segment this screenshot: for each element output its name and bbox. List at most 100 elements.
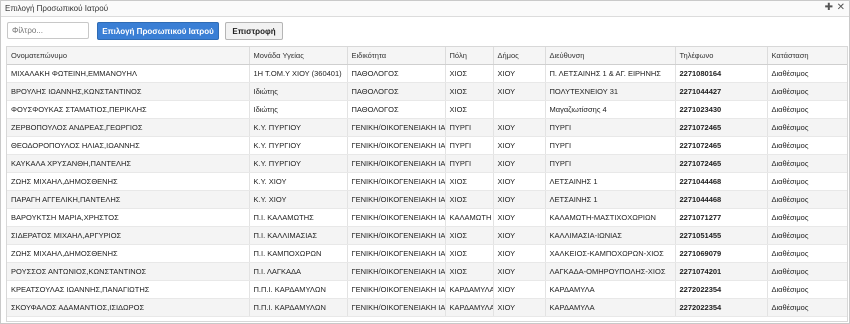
cell-health-unit: Π.Ι. ΛΑΓΚΑΔΑ [249,262,348,281]
cell-name: ΚΑΥΚΑΛΑ ΧΡΥΣΑΝΘΗ,ΠΑΝΤΕΛΗΣ [7,154,250,173]
back-button[interactable]: Επιστροφή [225,22,283,40]
table-row[interactable]: ΣΚΟΥΦΑΛΟΣ ΑΔΑΜΑΝΤΙΟΣ,ΙΣΙΔΩΡΟΣ Π.Π.Ι. ΚΑΡΔ… [7,298,847,317]
cell-health-unit: Κ.Υ. ΧΙΟΥ [249,190,348,209]
column-header-status[interactable]: Κατάσταση [767,47,847,65]
cell-specialty: ΓΕΝΙΚΗ/ΟΙΚΟΓΕΝΕΙΑΚΗ ΙΑΤΡΙΚΗ [347,298,446,317]
cell-status: Διαθέσιμος [767,64,847,83]
cell-specialty: ΓΕΝΙΚΗ/ΟΙΚΟΓΕΝΕΙΑΚΗ ΙΑΤΡΙΚΗ [347,244,446,263]
pin-icon[interactable]: ✚ [825,2,833,13]
cell-specialty: ΓΕΝΙΚΗ/ΟΙΚΟΓΕΝΕΙΑΚΗ ΙΑΤΡΙΚΗ [347,154,446,173]
cell-phone: 2271072465 [675,136,768,155]
cell-name: ΚΡΕΑΤΣΟΥΛΑΣ ΙΩΑΝΝΗΣ,ΠΑΝΑΓΙΩΤΗΣ [7,280,250,299]
cell-city: ΧΙΟΣ [445,190,494,209]
cell-name: ΘΕΟΔΟΡΟΠΟΥΛΟΣ ΗΛΙΑΣ,ΙΩΑΝΝΗΣ [7,136,250,155]
cell-specialty: ΓΕΝΙΚΗ/ΟΙΚΟΓΕΝΕΙΑΚΗ ΙΑΤΡΙΚΗ [347,226,446,245]
cell-name: ΣΙΔΕΡΑΤΟΣ ΜΙΧΑΗΛ,ΑΡΓΥΡΙΟΣ [7,226,250,245]
cell-municipality: ΧΙΟΥ [493,64,546,83]
cell-health-unit: Π.Π.Ι. ΚΑΡΔΑΜΥΛΩΝ [249,280,348,299]
column-header-address[interactable]: Διεύθυνση [545,47,676,65]
cell-name: ΖΕΡΒΟΠΟΥΛΟΣ ΑΝΔΡΕΑΣ,ΓΕΩΡΓΙΟΣ [7,118,250,137]
select-doctor-button[interactable]: Επιλογή Προσωπικού Ιατρού [97,22,219,40]
cell-phone: 2271051455 [675,226,768,245]
cell-status: Διαθέσιμος [767,172,847,191]
table-row[interactable]: ΦΟΥΣΦΟΥΚΑΣ ΣΤΑΜΑΤΙΟΣ,ΠΕΡΙΚΛΗΣ Ιδιώτης ΠΑΘΟ… [7,100,847,119]
cell-phone: 2271044468 [675,172,768,191]
close-icon[interactable]: ✕ [837,2,845,13]
cell-health-unit: Π.Ι. ΚΑΛΑΜΩΤΗΣ [249,208,348,227]
cell-status: Διαθέσιμος [767,118,847,137]
cell-city: ΚΑΡΔΑΜΥΛΑ [445,298,494,317]
cell-phone: 2271072465 [675,118,768,137]
cell-city: ΧΙΟΣ [445,226,494,245]
table-row[interactable]: ΠΑΡΑΓΗ ΑΓΓΕΛΙΚΗ,ΠΑΝΤΕΛΗΣ Κ.Υ. ΧΙΟΥ ΓΕΝΙΚΗ/… [7,190,847,209]
table-row[interactable]: ΒΡΟΥΛΗΣ ΙΩΑΝΝΗΣ,ΚΩΝΣΤΑΝΤΙΝΟΣ Ιδιώτης ΠΑΘΟΛ… [7,82,847,101]
cell-name: ΒΡΟΥΛΗΣ ΙΩΑΝΝΗΣ,ΚΩΝΣΤΑΝΤΙΝΟΣ [7,82,250,101]
doctors-table: Ονοματεπώνυμο Μονάδα Υγείας Ειδικότητα Πόλη… [6,46,848,322]
cell-city: ΧΙΟΣ [445,64,494,83]
cell-municipality: ΧΙΟΥ [493,226,546,245]
table-row[interactable]: ΣΙΔΕΡΑΤΟΣ ΜΙΧΑΗΛ,ΑΡΓΥΡΙΟΣ Π.Ι. ΚΑΛΛΙΜΑΣΙΑ… [7,226,847,245]
cell-municipality: ΧΙΟΥ [493,280,546,299]
cell-address: ΠΥΡΓΙ [545,118,676,137]
cell-municipality: ΧΙΟΥ [493,190,546,209]
cell-phone: 2271044468 [675,190,768,209]
cell-municipality [493,100,546,119]
cell-address: ΚΑΛΛΙΜΑΣΙΑ-ΙΩΝΙΑΣ [545,226,676,245]
cell-address: ΚΑΡΔΑΜΥΛΑ [545,280,676,299]
cell-health-unit: Κ.Υ. ΧΙΟΥ [249,172,348,191]
cell-city: ΠΥΡΓΙ [445,118,494,137]
column-header-municipality[interactable]: Δήμος [493,47,546,65]
table-row[interactable]: ΘΕΟΔΟΡΟΠΟΥΛΟΣ ΗΛΙΑΣ,ΙΩΑΝΝΗΣ Κ.Υ. ΠΥΡΓΙΟΥ Γ… [7,136,847,155]
column-header-city[interactable]: Πόλη [445,47,494,65]
cell-municipality: ΧΙΟΥ [493,136,546,155]
cell-phone: 2271071277 [675,208,768,227]
cell-specialty: ΓΕΝΙΚΗ/ΟΙΚΟΓΕΝΕΙΑΚΗ ΙΑΤΡΙΚΗ [347,262,446,281]
table-row[interactable]: ΚΡΕΑΤΣΟΥΛΑΣ ΙΩΑΝΝΗΣ,ΠΑΝΑΓΙΩΤΗΣ Π.Π.Ι. ΚΑΡ… [7,280,847,299]
table-row[interactable]: ΡΟΥΣΣΟΣ ΑΝΤΩΝΙΟΣ,ΚΩΝΣΤΑΝΤΙΝΟΣ Π.Ι. ΛΑΓΚΑΔ… [7,262,847,281]
cell-health-unit: Κ.Υ. ΠΥΡΓΙΟΥ [249,136,348,155]
table-row[interactable]: ΖΕΡΒΟΠΟΥΛΟΣ ΑΝΔΡΕΑΣ,ΓΕΩΡΓΙΟΣ Κ.Υ. ΠΥΡΓΙΟΥ… [7,118,847,137]
cell-municipality: ΧΙΟΥ [493,208,546,227]
filter-input[interactable] [7,22,89,39]
cell-specialty: ΠΑΘΟΛΟΓΟΣ [347,64,446,83]
cell-city: ΧΙΟΣ [445,244,494,263]
table-row[interactable]: ΚΑΥΚΑΛΑ ΧΡΥΣΑΝΘΗ,ΠΑΝΤΕΛΗΣ Κ.Υ. ΠΥΡΓΙΟΥ ΓΕΝ… [7,154,847,173]
cell-address: ΛΕΤΣΑΙΝΗΣ 1 [545,172,676,191]
column-header-health-unit[interactable]: Μονάδα Υγείας [249,47,348,65]
cell-municipality: ΧΙΟΥ [493,262,546,281]
cell-address: ΛΑΓΚΑΔΑ-ΟΜΗΡΟΥΠΟΛΗΣ-ΧΙΟΣ [545,262,676,281]
cell-phone: 2271074201 [675,262,768,281]
cell-city: ΧΙΟΣ [445,100,494,119]
table-row[interactable]: ΜΙΧΑΛΑΚΗ ΦΩΤΕΙΝΗ,ΕΜΜΑΝΟΥΗΛ 1Η Τ.ΟΜ.Υ ΧΙΟΥ… [7,64,847,83]
cell-address: Μαγαζιωτίσσης 4 [545,100,676,119]
cell-municipality: ΧΙΟΥ [493,172,546,191]
cell-name: ΒΑΡΟΥΚΤΣΗ ΜΑΡΙΑ,ΧΡΗΣΤΟΣ [7,208,250,227]
table-row[interactable]: ΒΑΡΟΥΚΤΣΗ ΜΑΡΙΑ,ΧΡΗΣΤΟΣ Π.Ι. ΚΑΛΑΜΩΤΗΣ ΓΕΝ… [7,208,847,227]
cell-status: Διαθέσιμος [767,100,847,119]
doctor-selection-window: Επιλογή Προσωπικού Ιατρού ✚ ✕ Επιλογή Πρ… [0,0,850,324]
cell-health-unit: Π.Π.Ι. ΚΑΡΔΑΜΥΛΩΝ [249,298,348,317]
cell-name: ΦΟΥΣΦΟΥΚΑΣ ΣΤΑΜΑΤΙΟΣ,ΠΕΡΙΚΛΗΣ [7,100,250,119]
column-header-specialty[interactable]: Ειδικότητα [347,47,446,65]
column-header-name[interactable]: Ονοματεπώνυμο [7,47,250,65]
cell-status: Διαθέσιμος [767,190,847,209]
cell-status: Διαθέσιμος [767,298,847,317]
cell-health-unit: Π.Ι. ΚΑΜΠΟΧΩΡΩΝ [249,244,348,263]
table-row[interactable]: ΖΩΗΣ ΜΙΧΑΗΛ,ΔΗΜΟΣΘΕΝΗΣ Π.Ι. ΚΑΜΠΟΧΩΡΩΝ ΓΕΝ… [7,244,847,263]
table-row[interactable]: ΖΩΗΣ ΜΙΧΑΗΛ,ΔΗΜΟΣΘΕΝΗΣ Κ.Υ. ΧΙΟΥ ΓΕΝΙΚΗ/ΟΙ… [7,172,847,191]
cell-address: ΠΥΡΓΙ [545,136,676,155]
cell-phone: 2271072465 [675,154,768,173]
cell-phone: 2272022354 [675,298,768,317]
cell-name: ΡΟΥΣΣΟΣ ΑΝΤΩΝΙΟΣ,ΚΩΝΣΤΑΝΤΙΝΟΣ [7,262,250,281]
column-header-phone[interactable]: Τηλέφωνο [675,47,768,65]
cell-status: Διαθέσιμος [767,244,847,263]
cell-status: Διαθέσιμος [767,226,847,245]
cell-city: ΧΙΟΣ [445,172,494,191]
cell-specialty: ΠΑΘΟΛΟΓΟΣ [347,82,446,101]
cell-name: ΠΑΡΑΓΗ ΑΓΓΕΛΙΚΗ,ΠΑΝΤΕΛΗΣ [7,190,250,209]
cell-specialty: ΓΕΝΙΚΗ/ΟΙΚΟΓΕΝΕΙΑΚΗ ΙΑΤΡΙΚΗ [347,190,446,209]
cell-city: ΠΥΡΓΙ [445,136,494,155]
cell-health-unit: Κ.Υ. ΠΥΡΓΙΟΥ [249,154,348,173]
cell-health-unit: Κ.Υ. ΠΥΡΓΙΟΥ [249,118,348,137]
cell-status: Διαθέσιμος [767,154,847,173]
